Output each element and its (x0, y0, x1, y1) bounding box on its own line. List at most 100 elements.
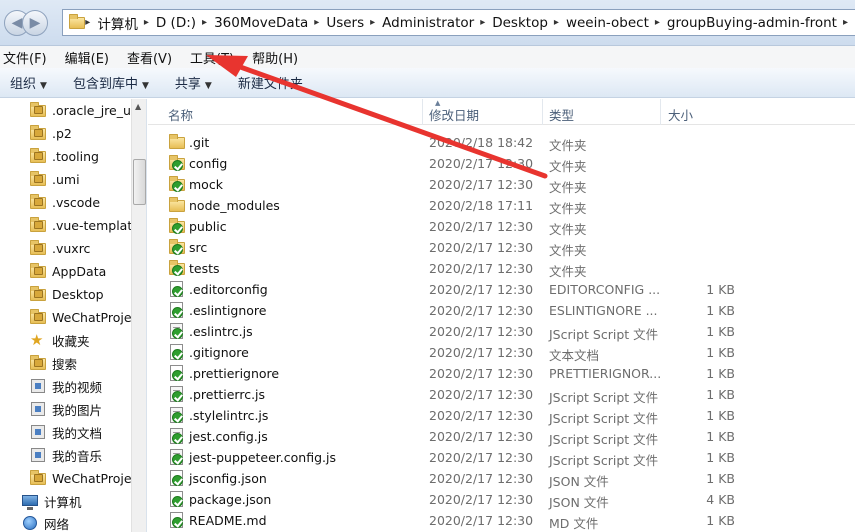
include-library-button[interactable]: 包含到库中 ▼ (73, 73, 149, 92)
column-name[interactable]: 名称 (168, 105, 193, 124)
chevron-right-icon[interactable]: ▸ (655, 17, 660, 28)
file-name: .gitignore (189, 345, 249, 360)
breadcrumb-item[interactable]: ▸ D (D:) (138, 10, 196, 35)
file-row[interactable]: config 2020/2/17 12:30 文件夹 (148, 153, 855, 174)
menu-tools[interactable]: 工具(T) (187, 48, 241, 67)
forward-button[interactable]: ▶ (22, 10, 48, 36)
file-row[interactable]: .git 2020/2/18 18:42 文件夹 (148, 132, 855, 153)
nav-item[interactable]: .p2 (30, 122, 72, 144)
network-icon (22, 515, 38, 531)
breadcrumb-item[interactable]: ▸ groupBuying-admin-front (649, 10, 837, 35)
file-size: 1 KB (706, 324, 735, 339)
nav-item[interactable]: .vue-templates (30, 214, 146, 236)
chevron-right-icon[interactable]: ▸ (837, 10, 855, 35)
file-date: 2020/2/17 12:30 (429, 345, 534, 360)
file-row[interactable]: .editorconfig 2020/2/17 12:30 EDITORCONFIG… (148, 279, 855, 300)
file-row[interactable]: jest.config.js 2020/2/17 12:30 JScript Scr… (148, 426, 855, 447)
file-name: .git (189, 135, 210, 150)
folder-lock-icon (30, 171, 46, 187)
folder-lock-icon (30, 217, 46, 233)
nav-item[interactable]: .vuxrc (30, 237, 90, 259)
nav-item-label: 收藏夹 (52, 333, 90, 349)
file-date: 2020/2/17 12:30 (429, 261, 534, 276)
menu-edit[interactable]: 编辑(E) (62, 48, 116, 67)
chevron-right-icon[interactable]: ▸ (314, 17, 319, 28)
file-name: node_modules (189, 198, 280, 213)
nav-item[interactable]: AppData (30, 260, 106, 282)
file-name: .eslintrc.js (189, 324, 253, 339)
media-icon (30, 378, 46, 394)
nav-item[interactable]: WeChatProjects (30, 467, 146, 489)
file-size: 1 KB (706, 513, 735, 528)
breadcrumb-item[interactable]: ▸ Desktop (474, 10, 548, 35)
nav-item[interactable]: 我的图片 (30, 398, 102, 420)
file-row[interactable]: src 2020/2/17 12:30 文件夹 (148, 237, 855, 258)
menu-view[interactable]: 查看(V) (124, 48, 179, 67)
file-row[interactable]: .gitignore 2020/2/17 12:30 文本文档 1 KB (148, 342, 855, 363)
chevron-right-icon[interactable]: ▸ (202, 17, 207, 28)
nav-item[interactable]: .umi (30, 168, 80, 190)
nav-item-network[interactable]: 网络 (22, 512, 69, 532)
breadcrumb-item[interactable]: ▸ 360MoveData (196, 10, 308, 35)
nav-item[interactable]: ★ 收藏夹 (30, 329, 90, 351)
file-type: JScript Script 文件 (549, 327, 659, 342)
file-row[interactable]: README.md 2020/2/17 12:30 MD 文件 1 KB (148, 510, 855, 531)
chevron-right-icon[interactable]: ▸ (85, 17, 90, 28)
file-row[interactable]: .eslintignore 2020/2/17 12:30 ESLINTIGNORE… (148, 300, 855, 321)
file-row[interactable]: .stylelintrc.js 2020/2/17 12:30 JScript Sc… (148, 405, 855, 426)
nav-item[interactable]: Desktop (30, 283, 104, 305)
js-file-synced-icon (169, 428, 185, 444)
breadcrumb-label: D (D:) (155, 14, 197, 31)
nav-item[interactable]: 我的音乐 (30, 444, 102, 466)
nav-item[interactable]: 搜索 (30, 352, 77, 374)
file-date: 2020/2/17 12:30 (429, 219, 534, 234)
nav-scrollbar-thumb[interactable] (133, 159, 146, 205)
file-type: JScript Script 文件 (549, 432, 659, 447)
file-row[interactable]: tests 2020/2/17 12:30 文件夹 (148, 258, 855, 279)
nav-item[interactable]: 我的文档 (30, 421, 102, 443)
chevron-right-icon[interactable]: ▸ (370, 17, 375, 28)
menu-help[interactable]: 帮助(H) (249, 48, 305, 67)
nav-item-computer[interactable]: 计算机 (22, 490, 82, 512)
nav-item[interactable]: .tooling (30, 145, 99, 167)
breadcrumb-item[interactable]: ▸ 计算机 (79, 10, 138, 35)
file-size: 1 KB (706, 471, 735, 486)
scroll-up-icon[interactable]: ▲ (135, 102, 141, 111)
column-type[interactable]: 类型 (549, 105, 574, 124)
nav-item[interactable]: .vscode (30, 191, 100, 213)
file-row[interactable]: jsconfig.json 2020/2/17 12:30 JSON 文件 1 KB (148, 468, 855, 489)
breadcrumb-item[interactable]: ▸ weein-obect (548, 10, 649, 35)
organize-button[interactable]: 组织 ▼ (10, 73, 47, 92)
nav-item[interactable]: WeChatProjects (30, 306, 146, 328)
chevron-right-icon[interactable]: ▸ (144, 17, 149, 28)
breadcrumb-item[interactable]: ▸ Administrator (364, 10, 474, 35)
file-name: jsconfig.json (189, 471, 267, 486)
nav-item[interactable]: 我的视频 (30, 375, 102, 397)
file-row[interactable]: package.json 2020/2/17 12:30 JSON 文件 4 KB (148, 489, 855, 510)
file-row[interactable]: node_modules 2020/2/18 17:11 文件夹 (148, 195, 855, 216)
breadcrumb[interactable]: ▸ 计算机 ▸ D (D:) ▸ 360MoveData ▸ Users ▸ Administra… (62, 9, 855, 36)
folder-icon (169, 197, 185, 213)
js-file-synced-icon (169, 386, 185, 402)
media-icon (30, 447, 46, 463)
file-name: README.md (189, 513, 267, 528)
file-row[interactable]: .prettierignore 2020/2/17 12:30 PRETTIERIG… (148, 363, 855, 384)
file-row[interactable]: mock 2020/2/17 12:30 文件夹 (148, 174, 855, 195)
file-row[interactable]: .prettierrc.js 2020/2/17 12:30 JScript Scr… (148, 384, 855, 405)
folder-lock-icon (30, 194, 46, 210)
file-row[interactable]: public 2020/2/17 12:30 文件夹 (148, 216, 855, 237)
chevron-right-icon[interactable]: ▸ (554, 17, 559, 28)
new-folder-button[interactable]: 新建文件夹 (238, 73, 303, 92)
file-date: 2020/2/18 18:42 (429, 135, 534, 150)
file-type: PRETTIERIGNOR... (549, 366, 662, 381)
file-name: mock (189, 177, 223, 192)
file-row[interactable]: .eslintrc.js 2020/2/17 12:30 JScript Scrip… (148, 321, 855, 342)
nav-item[interactable]: .oracle_jre_usa (30, 99, 145, 121)
file-row[interactable]: jest-puppeteer.config.js 2020/2/17 12:30 J… (148, 447, 855, 468)
column-size[interactable]: 大小 (668, 105, 693, 124)
chevron-right-icon[interactable]: ▸ (480, 17, 485, 28)
column-date[interactable]: 修改日期 (429, 105, 479, 124)
share-button[interactable]: 共享 ▼ (175, 73, 212, 92)
menu-file[interactable]: 文件(F) (0, 48, 54, 67)
breadcrumb-item[interactable]: ▸ Users (308, 10, 364, 35)
